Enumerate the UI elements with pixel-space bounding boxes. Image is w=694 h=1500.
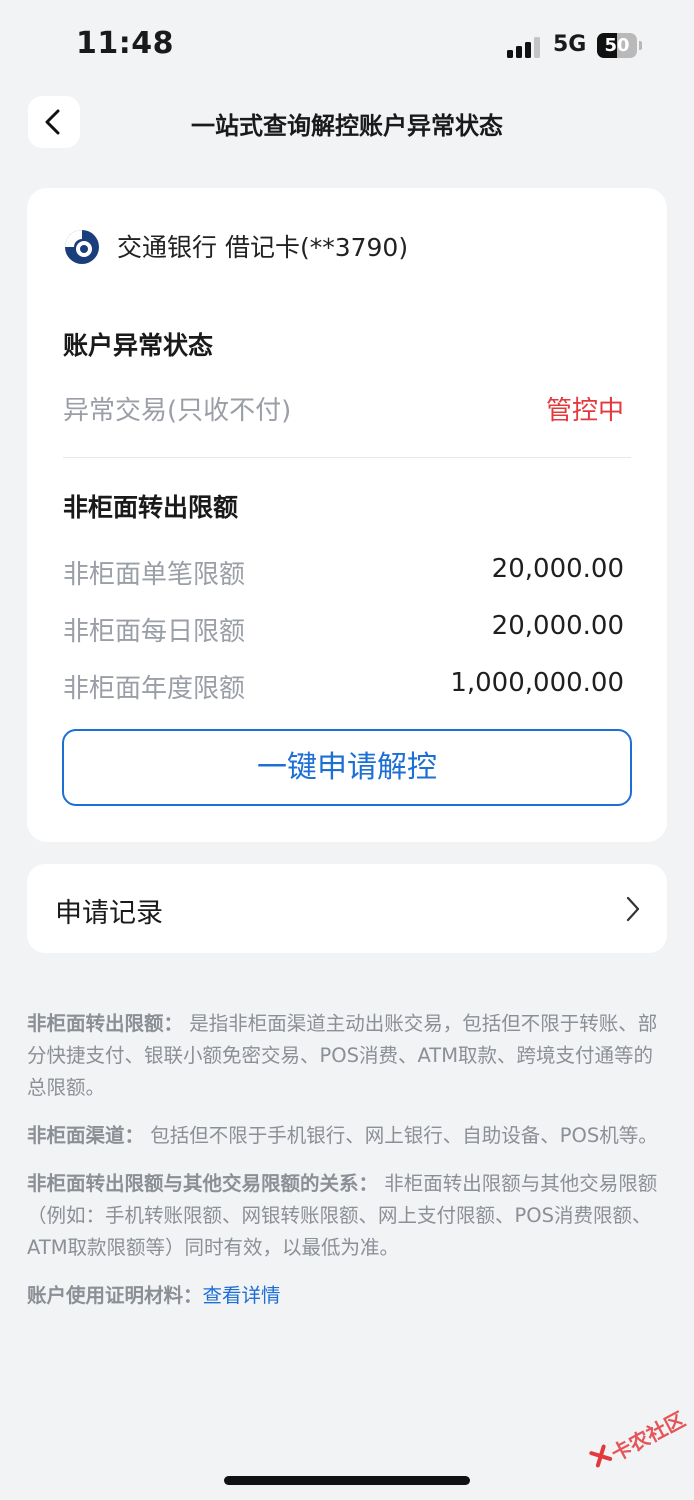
home-indicator[interactable] — [224, 1476, 470, 1485]
status-section-title: 账户异常状态 — [63, 331, 214, 360]
bank-card-name: 交通银行 借记卡(**3790) — [117, 233, 409, 262]
limit-section-title: 非柜面转出限额 — [63, 493, 239, 522]
limit-value-single: 20,000.00 — [491, 554, 624, 584]
limit-label-single: 非柜面单笔限额 — [63, 560, 246, 590]
proof-row: 账户使用证明材料：查看详情 — [27, 1280, 667, 1312]
divider — [63, 457, 631, 458]
limit-label-daily: 非柜面每日限额 — [63, 617, 246, 647]
note-item: 非柜面转出限额： 是指非柜面渠道主动出账交易，包括但不限于转账、部分快捷支付、银… — [27, 1008, 667, 1104]
notes-section: 非柜面转出限额： 是指非柜面渠道主动出账交易，包括但不限于转账、部分快捷支付、银… — [27, 1008, 667, 1328]
watermark-text: 卡农社区 — [607, 1407, 690, 1466]
proof-label: 账户使用证明材料： — [27, 1284, 203, 1307]
limit-value-yearly: 1,000,000.00 — [450, 668, 624, 698]
chevron-right-icon — [626, 896, 640, 922]
note-title: 非柜面转出限额： — [27, 1012, 184, 1035]
bocom-logo-icon — [65, 230, 99, 264]
page-title: 一站式查询解控账户异常状态 — [191, 112, 503, 140]
signal-icon — [507, 36, 543, 58]
apply-unlock-button[interactable]: 一键申请解控 — [62, 729, 632, 806]
record-label: 申请记录 — [55, 898, 163, 929]
status-label: 异常交易(只收不付) — [63, 396, 292, 426]
limit-label-yearly: 非柜面年度限额 — [63, 674, 246, 704]
note-title: 非柜面渠道： — [27, 1124, 145, 1147]
note-item: 非柜面转出限额与其他交易限额的关系： 非柜面转出限额与其他交易限额（例如：手机转… — [27, 1168, 667, 1264]
limit-value-daily: 20,000.00 — [491, 611, 624, 641]
application-record-row[interactable]: 申请记录 — [27, 864, 667, 953]
view-details-link[interactable]: 查看详情 — [203, 1284, 281, 1307]
watermark: 卡农社区 — [577, 1389, 694, 1498]
note-text: 包括但不限于手机银行、网上银行、自助设备、POS机等。 — [150, 1124, 658, 1147]
battery-icon: 50 — [597, 33, 643, 58]
account-card: 交通银行 借记卡(**3790) 账户异常状态 异常交易(只收不付) 管控中 非… — [27, 188, 667, 842]
status-value: 管控中 — [545, 396, 624, 426]
network-type: 5G — [553, 32, 587, 57]
note-title: 非柜面转出限额与其他交易限额的关系： — [27, 1172, 379, 1195]
nav-bar: 一站式查询解控账户异常状态 — [0, 92, 694, 152]
status-time: 11:48 — [76, 26, 174, 61]
note-item: 非柜面渠道： 包括但不限于手机银行、网上银行、自助设备、POS机等。 — [27, 1120, 667, 1152]
status-bar: 11:48 5G 50 — [0, 0, 694, 90]
battery-percent: 50 — [604, 35, 630, 56]
